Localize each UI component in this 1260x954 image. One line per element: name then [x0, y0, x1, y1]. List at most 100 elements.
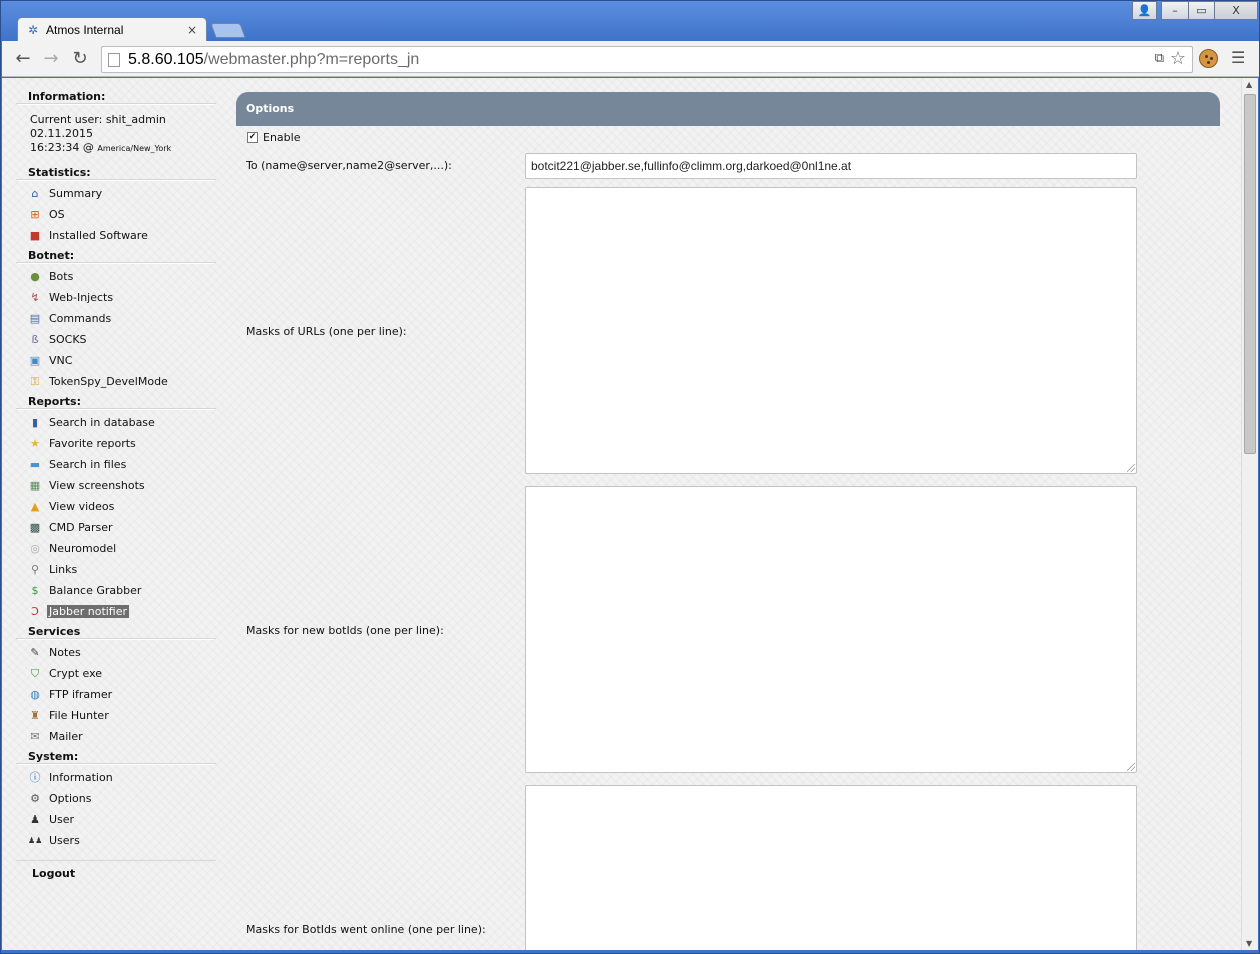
sidebar-item-label: Bots: [49, 270, 74, 283]
sidebar-item-users[interactable]: ♟♟ Users: [16, 830, 216, 851]
sidebar-item-label: OS: [49, 208, 65, 221]
divider: [16, 860, 216, 861]
minimize-button[interactable]: –: [1161, 1, 1189, 20]
browser-tab[interactable]: ✲ Atmos Internal ×: [17, 17, 207, 42]
resize-grip-icon[interactable]: [1127, 464, 1135, 472]
section-title-reports: Reports:: [16, 395, 216, 409]
profile-button[interactable]: 👤: [1132, 1, 1157, 20]
scroll-down-icon[interactable]: ▼: [1246, 939, 1252, 948]
section-title-services: Services: [16, 625, 216, 639]
resize-grip-icon[interactable]: [1127, 763, 1135, 771]
sidebar-item-mailer[interactable]: ✉ Mailer: [16, 726, 216, 747]
jabber-icon: Ↄ: [31, 604, 39, 618]
sidebar-item-information[interactable]: ⓘ Information: [16, 767, 216, 788]
console-icon: ▩: [29, 520, 41, 534]
star-icon[interactable]: ☆: [1170, 48, 1186, 69]
sidebar-item-label: Crypt exe: [49, 667, 103, 680]
sidebar-item-label: Options: [49, 792, 92, 805]
browser-toolbar: ← → ↻ 5.8.60.105/webmaster.php?m=reports…: [2, 41, 1259, 77]
services-menu: ✎ Notes ⛉ Crypt exe ◍ FTP iframer ♜ File Hunter…: [16, 642, 216, 747]
browser-window: ✲ Atmos Internal × 👤 – ▭ X ← → ↻ 5.8.60.…: [0, 0, 1260, 954]
sidebar-item-installed-software[interactable]: ■ Installed Software: [16, 225, 216, 246]
logout-link[interactable]: Logout: [16, 867, 216, 881]
sidebar-item-view-screenshots[interactable]: ▦ View screenshots: [16, 475, 216, 496]
sidebar-item-label: Commands: [49, 312, 112, 325]
sidebar-item-file-hunter[interactable]: ♜ File Hunter: [16, 705, 216, 726]
sidebar-item-bots[interactable]: ● Bots: [16, 266, 216, 287]
vertical-scrollbar[interactable]: ▲ ▼: [1241, 78, 1258, 950]
sidebar-item-label: CMD Parser: [49, 521, 113, 534]
to-recipients-input[interactable]: botcit221@jabber.se,fullinfo@climm.org,d…: [525, 153, 1137, 179]
reports-menu: ▮ Search in database ★ Favorite reports ▬ Sea…: [16, 412, 216, 622]
sidebar-item-commands[interactable]: ▤ Commands: [16, 308, 216, 329]
user-icon: ●: [30, 269, 40, 283]
folder-icon: ▬: [29, 457, 41, 471]
cookie-icon[interactable]: [1199, 49, 1218, 68]
sidebar-item-label: Mailer: [49, 730, 83, 743]
key-icon: ⚿: [30, 374, 40, 388]
enable-checkbox[interactable]: ✔: [247, 132, 258, 143]
sidebar-item-balance-grabber[interactable]: $ Balance Grabber: [16, 580, 216, 601]
sidebar-item-search-in-database[interactable]: ▮ Search in database: [16, 412, 216, 433]
sidebar-item-ftp-iframer[interactable]: ◍ FTP iframer: [16, 684, 216, 705]
sidebar-item-label: Neuromodel: [49, 542, 117, 555]
sidebar-item-label: Links: [49, 563, 78, 576]
software-icon: ■: [29, 228, 41, 242]
sidebar-item-vnc[interactable]: ▣ VNC: [16, 350, 216, 371]
arrow-right-icon[interactable]: →: [40, 49, 62, 71]
file-hunter-icon: ♜: [30, 708, 40, 722]
sidebar-item-user[interactable]: ♟ User: [16, 809, 216, 830]
scrollbar-thumb[interactable]: [1244, 94, 1256, 454]
translate-icon[interactable]: ⧉: [1155, 51, 1164, 66]
screenshot-icon: ▦: [29, 478, 41, 492]
masks-botids-textarea[interactable]: [525, 486, 1137, 773]
sidebar-item-notes[interactable]: ✎ Notes: [16, 642, 216, 663]
masks-online-textarea[interactable]: [525, 785, 1137, 950]
address-host: 5.8.60.105: [128, 50, 204, 68]
hamburger-menu-icon[interactable]: ☰: [1231, 50, 1247, 66]
sidebar-item-socks[interactable]: ß SOCKS: [16, 329, 216, 350]
tab-close-icon[interactable]: ×: [186, 23, 198, 37]
sidebar-item-jabber-notifier[interactable]: Ↄ Jabber notifier: [16, 601, 216, 622]
sidebar-item-label: TokenSpy_DevelMode: [49, 375, 168, 388]
enable-label: Enable: [263, 131, 301, 144]
arrow-left-icon[interactable]: ←: [12, 49, 34, 71]
sidebar-item-crypt-exe[interactable]: ⛉ Crypt exe: [16, 663, 216, 684]
sidebar-item-label: Summary: [49, 187, 103, 200]
sidebar-item-tokenspy-develmode[interactable]: ⚿ TokenSpy_DevelMode: [16, 371, 216, 392]
timezone-text: America/New_York: [97, 144, 172, 153]
address-bar[interactable]: 5.8.60.105/webmaster.php?m=reports_jn ⧉ …: [101, 46, 1193, 73]
home-icon: ⌂: [31, 186, 39, 200]
sidebar-item-os[interactable]: ⊞ OS: [16, 204, 216, 225]
monitor-icon: ▣: [29, 353, 41, 367]
current-user-text: Current user: shit_admin: [30, 113, 166, 126]
current-time-text: 16:23:34 @: [30, 141, 94, 154]
magnifier-icon: ⚲: [30, 562, 40, 576]
address-path: /webmaster.php?m=reports_jn: [203, 50, 420, 68]
sidebar-item-search-in-files[interactable]: ▬ Search in files: [16, 454, 216, 475]
sidebar-item-view-videos[interactable]: ▲ View videos: [16, 496, 216, 517]
user-silhouette-icon: ♟: [30, 812, 40, 826]
close-window-button[interactable]: X: [1214, 1, 1258, 20]
maximize-button[interactable]: ▭: [1188, 1, 1215, 20]
sidebar-item-label: Users: [49, 834, 80, 847]
scroll-up-icon[interactable]: ▲: [1246, 80, 1252, 89]
masks-urls-textarea[interactable]: [525, 187, 1137, 474]
sidebar-item-label: Search in files: [49, 458, 127, 471]
gear-icon: ⚙: [30, 791, 40, 805]
page-content: Information: Current user: shit_admin 02…: [2, 78, 1241, 950]
section-title-information: Information:: [16, 90, 216, 104]
section-title-statistics: Statistics:: [16, 166, 216, 180]
sidebar-item-favorite-reports[interactable]: ★ Favorite reports: [16, 433, 216, 454]
sidebar-item-summary[interactable]: ⌂ Summary: [16, 183, 216, 204]
new-tab-button[interactable]: [210, 23, 246, 38]
sidebar-item-cmd-parser[interactable]: ▩ CMD Parser: [16, 517, 216, 538]
sidebar-item-neuromodel[interactable]: ◎ Neuromodel: [16, 538, 216, 559]
statistics-menu: ⌂ Summary ⊞ OS ■ Installed Software: [16, 183, 216, 246]
reload-icon[interactable]: ↻: [69, 49, 91, 71]
ftp-icon: ◍: [30, 687, 40, 701]
sidebar-item-options[interactable]: ⚙ Options: [16, 788, 216, 809]
sidebar-item-label: Installed Software: [49, 229, 148, 242]
sidebar-item-links[interactable]: ⚲ Links: [16, 559, 216, 580]
sidebar-item-web-injects[interactable]: ↯ Web-Injects: [16, 287, 216, 308]
